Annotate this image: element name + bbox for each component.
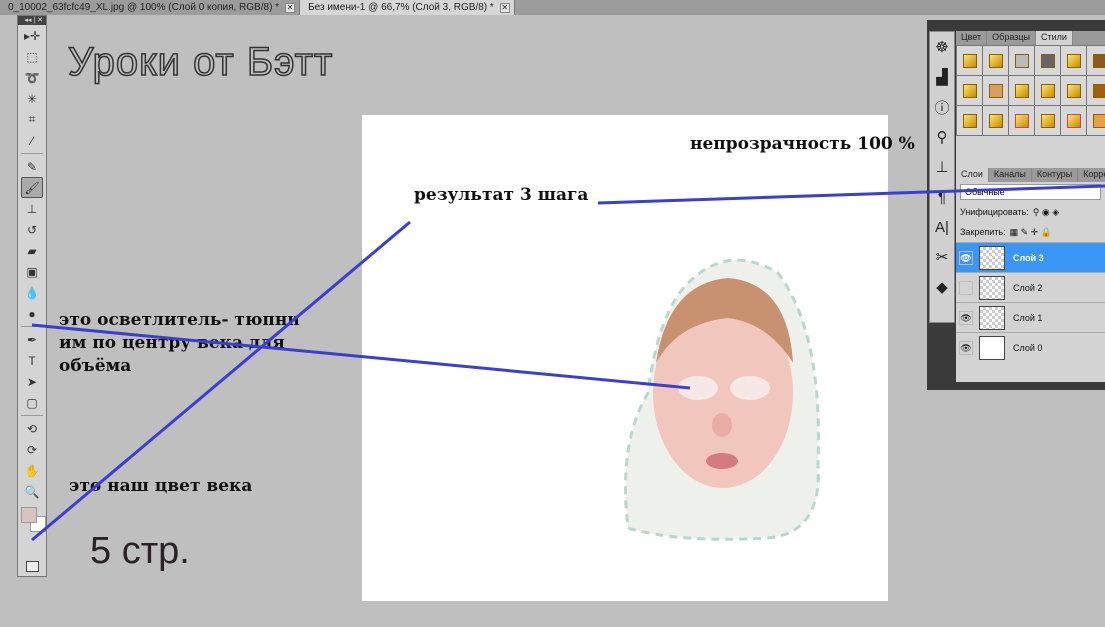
pointer-line-color	[31, 220, 411, 542]
annotation-lines	[31, 184, 1105, 542]
pointer-line-dodge	[31, 323, 691, 390]
pointer-line-result	[597, 184, 1105, 205]
